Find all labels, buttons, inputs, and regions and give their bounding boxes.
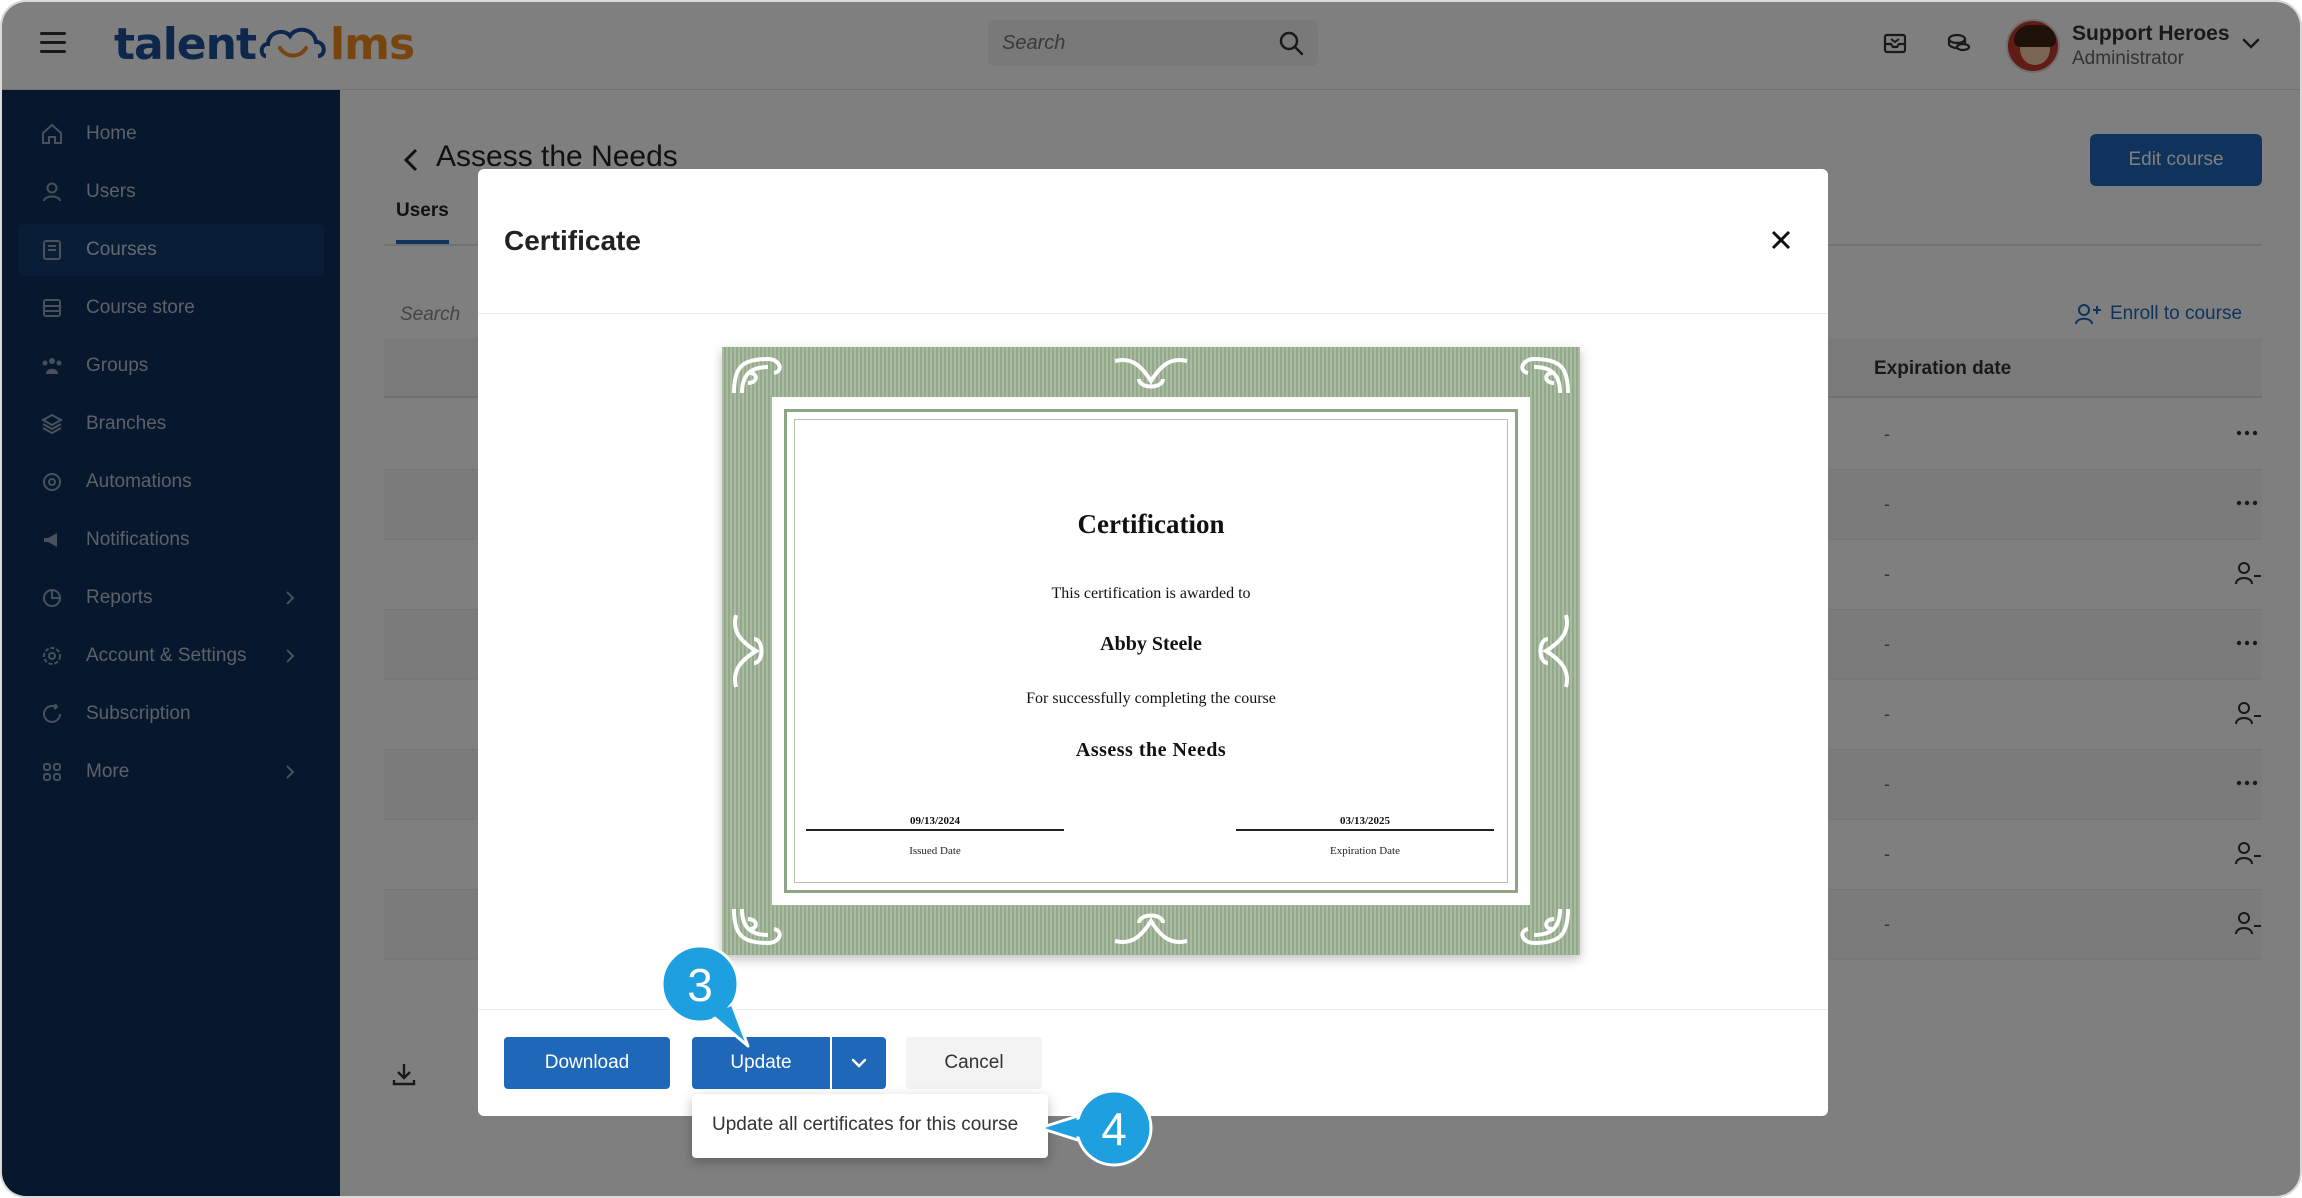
- expiration-date-block: 03/13/2025 Expiration Date: [1236, 815, 1494, 857]
- app-window: talent lms Support: [0, 0, 2302, 1198]
- dropdown-option-label: Update all certificates for this course: [712, 1114, 1019, 1135]
- download-button[interactable]: Download: [504, 1037, 670, 1089]
- certificate-title: Certification: [1077, 509, 1225, 539]
- issued-date-value: 09/13/2024: [909, 815, 961, 827]
- modal-title: Certificate: [504, 225, 641, 256]
- issued-date-label: Issued Date: [909, 845, 961, 857]
- cancel-button[interactable]: Cancel: [906, 1037, 1042, 1089]
- certificate-preview: Certification This certification is awar…: [722, 347, 1580, 955]
- certificate-recipient: Abby Steele: [1100, 633, 1202, 655]
- step-4-callout: 4: [1034, 1088, 1154, 1168]
- expiration-date-label: Expiration Date: [1330, 845, 1400, 857]
- chevron-down-icon: [851, 1058, 867, 1068]
- expiration-date-value: 03/13/2025: [1339, 815, 1391, 827]
- issued-date-block: 09/13/2024 Issued Date: [806, 815, 1064, 857]
- close-icon[interactable]: [1768, 227, 1794, 253]
- ornament-icon: [1114, 358, 1188, 389]
- update-all-certificates-option[interactable]: Update all certificates for this course: [692, 1094, 1048, 1158]
- update-options-button[interactable]: [832, 1037, 886, 1089]
- modal-divider: [478, 313, 1828, 314]
- certificate-completing: For successfully completing the course: [1026, 690, 1276, 707]
- step-4-number: 4: [1101, 1103, 1127, 1155]
- certificate-awarded-to: This certification is awarded to: [1051, 585, 1251, 602]
- certificate-course: Assess the Needs: [1075, 739, 1227, 761]
- ornament-icon: [1114, 913, 1188, 944]
- step-3-callout: 3: [660, 944, 752, 1048]
- step-3-number: 3: [687, 959, 713, 1011]
